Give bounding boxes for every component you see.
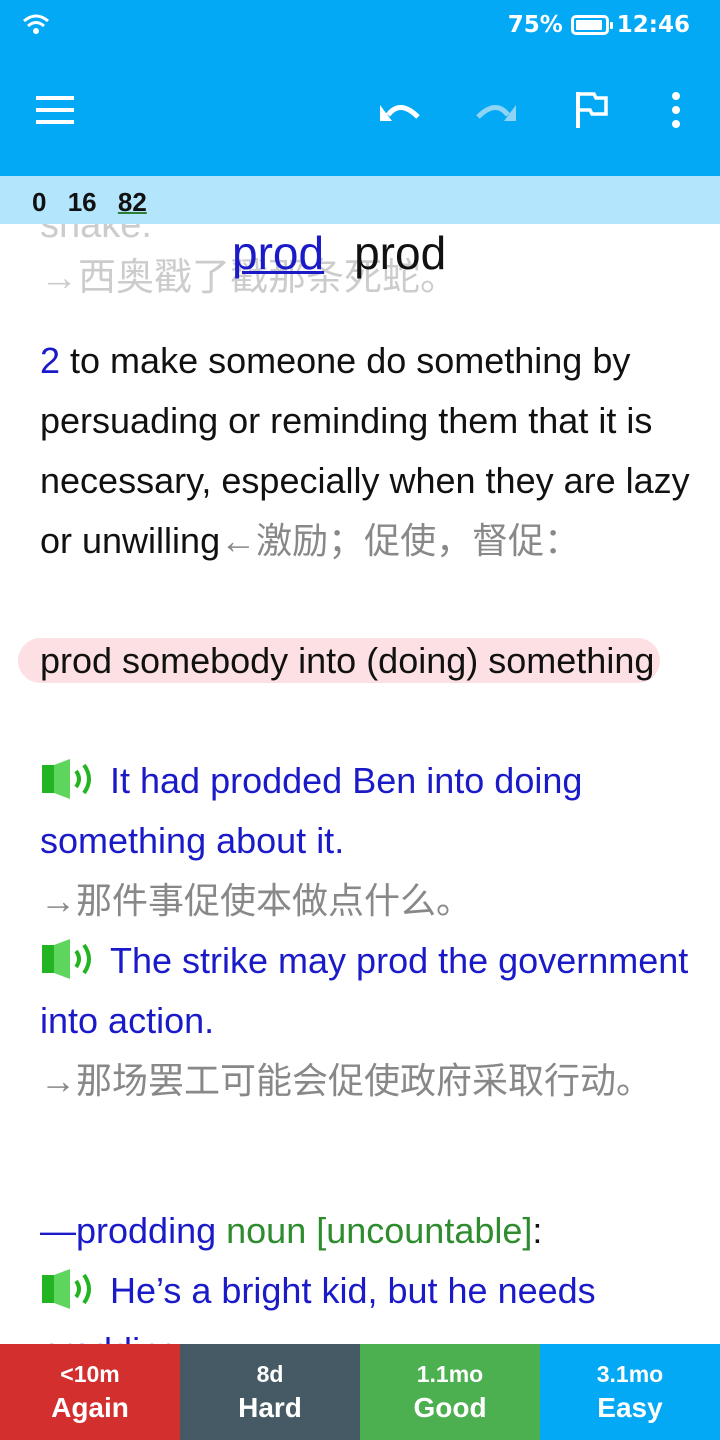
speaker-icon[interactable] [40,759,100,799]
easy-interval: 3.1mo [596,1360,664,1387]
headword-row: prod prod [232,226,446,280]
headword: prod [354,227,447,279]
derivative: —prodding noun [uncountable]: [40,1201,700,1261]
hard-label: Hard [238,1391,302,1423]
hard-button[interactable]: 8d Hard [180,1344,360,1440]
redo-icon[interactable] [466,80,526,140]
status-bar: 75% 12:46 [0,0,720,50]
answer-buttons: <10m Again 8d Hard 1.1mo Good 3.1mo Easy [0,1344,720,1440]
battery-icon [570,15,613,35]
example-3-text: He’s a bright kid, but he needs prodding… [40,1270,596,1344]
derivative-grammar: noun [uncountable] [216,1210,533,1251]
battery-percent: 75% [507,12,563,38]
review-count: 82 [117,187,147,217]
derivative-word: —prodding [40,1210,217,1251]
good-interval: 1.1mo [416,1360,484,1387]
headword-link[interactable]: prod [232,227,324,279]
undo-icon[interactable] [370,80,430,140]
example-2: The strike may prod the government into … [40,931,700,1111]
easy-label: Easy [597,1391,663,1423]
wifi-icon [23,14,49,34]
flag-icon[interactable] [562,80,622,140]
derivative-colon: : [532,1210,543,1251]
speaker-icon[interactable] [40,939,100,979]
example-1-text: It had prodded Ben into doing something … [40,760,583,861]
again-label: Again [51,1391,129,1423]
collocation-pattern: prod somebody into (doing) something [18,631,700,691]
highlighted-pattern: prod somebody into (doing) something [18,638,661,683]
hard-interval: 8d [256,1360,284,1387]
learning-count: 16 [67,187,97,217]
definition: 2 to make someone do something by persua… [40,331,700,571]
card-content[interactable]: snake. →西奥戳了戳那条死蛇。 prod prod 2 to make so… [0,176,720,1344]
app-toolbar [0,50,720,176]
definition-translation: ←激励；促使，督促： [220,520,581,561]
example-2-translation: →那场罢工可能会促使政府采取行动。 [40,1060,653,1101]
speaker-icon[interactable] [40,1269,100,1309]
new-count: 0 [32,187,47,217]
clock: 12:46 [616,12,690,38]
good-button[interactable]: 1.1mo Good [360,1344,540,1440]
example-1-translation: →那件事促使本做点什么。 [40,880,473,921]
example-2-text: The strike may prod the government into … [40,940,689,1041]
good-label: Good [413,1391,487,1423]
more-vert-icon[interactable] [646,80,706,140]
again-interval: <10m [60,1360,120,1387]
easy-button[interactable]: 3.1mo Easy [540,1344,720,1440]
example-3: He’s a bright kid, but he needs prodding… [40,1261,700,1344]
card-counts: 0 16 82 [0,176,720,224]
sense-number: 2 [40,340,61,381]
example-1: It had prodded Ben into doing something … [40,751,700,931]
again-button[interactable]: <10m Again [0,1344,180,1440]
hamburger-menu-icon[interactable] [26,80,86,140]
